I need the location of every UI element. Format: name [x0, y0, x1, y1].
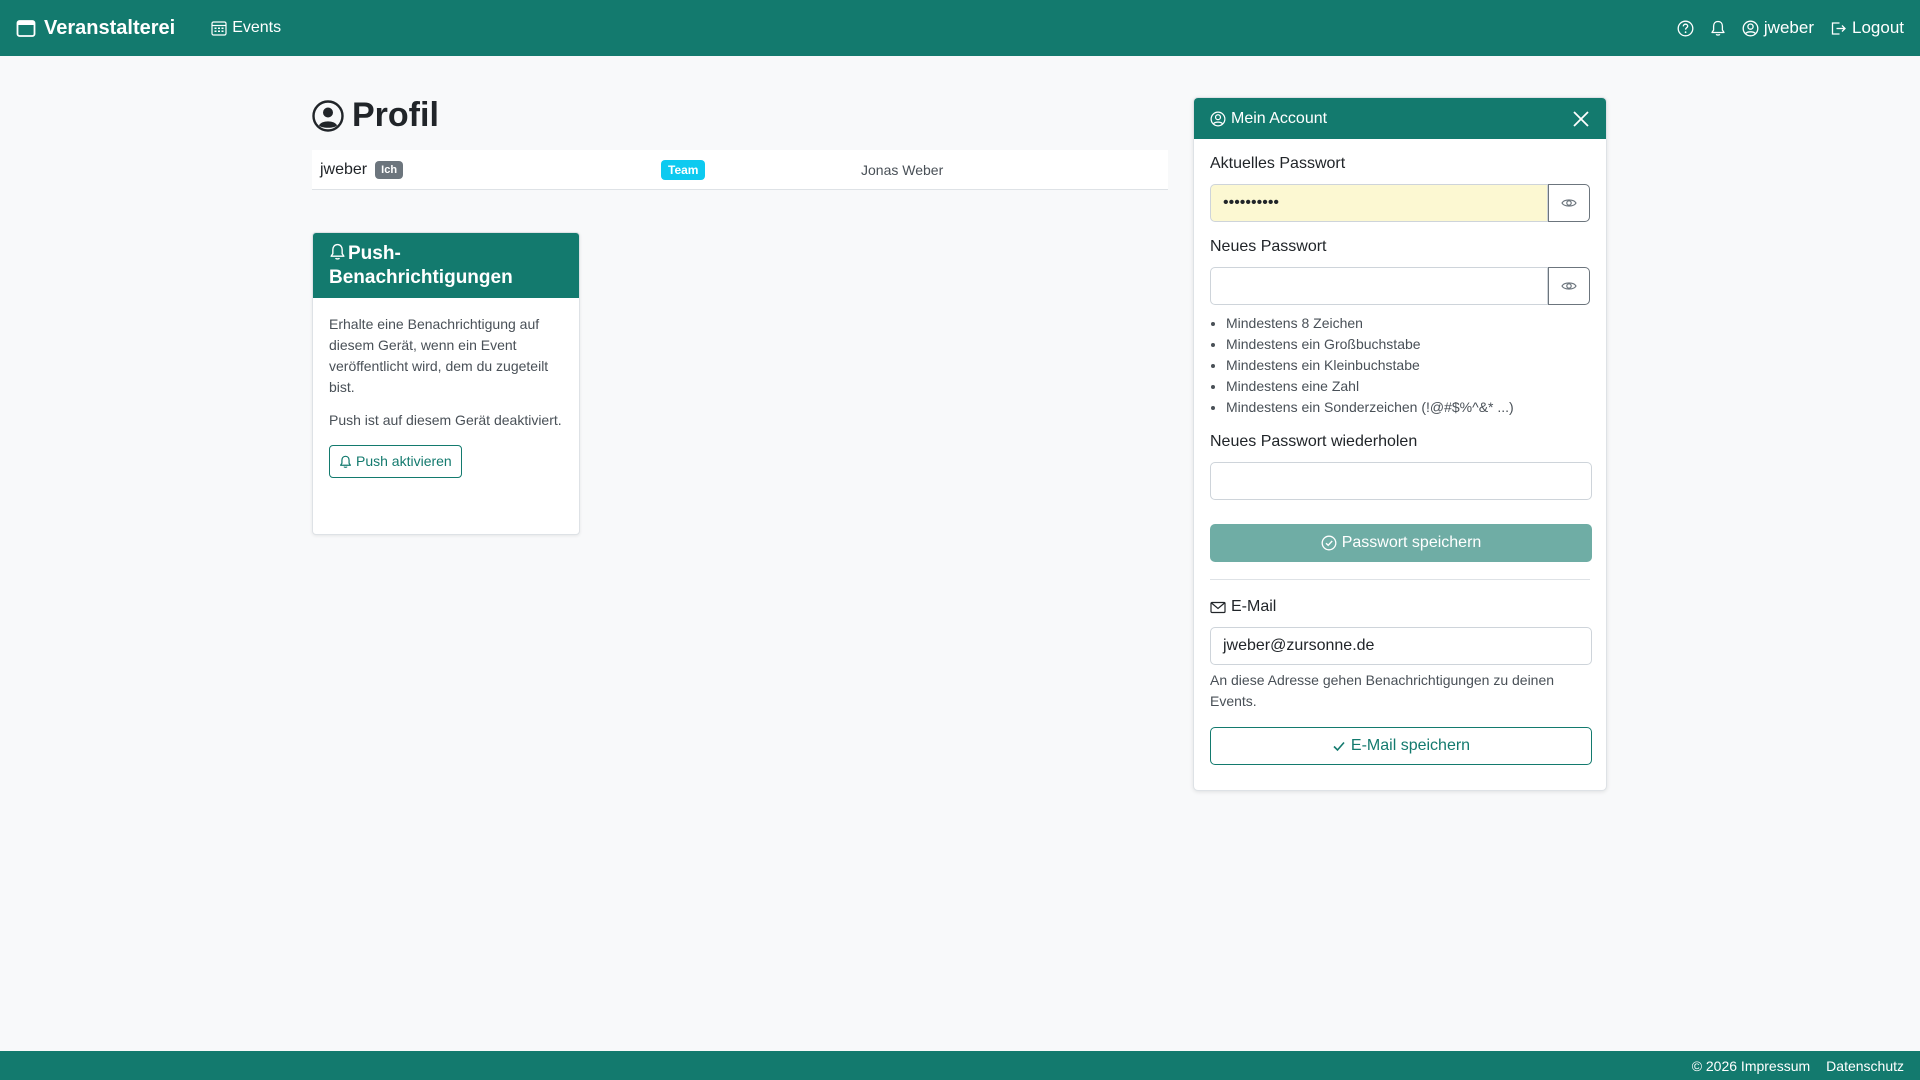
email-label: E-Mail [1210, 598, 1590, 616]
envelope-icon [1210, 601, 1226, 614]
account-panel-title: Mein Account [1231, 109, 1328, 127]
table-calendar-icon [211, 20, 227, 36]
push-activate-label: Push aktivieren [356, 453, 452, 469]
calendar-icon [16, 18, 36, 38]
impressum-link[interactable]: © 2026 Impressum [1692, 1058, 1810, 1074]
person-circle-icon [1210, 111, 1226, 127]
me-badge: Ich [375, 160, 404, 179]
email-field[interactable]: jweber@zursonne.de [1210, 627, 1592, 665]
check-circle-icon [1321, 535, 1337, 551]
check-icon [1332, 739, 1346, 753]
account-panel-header: Mein Account [1194, 98, 1606, 139]
current-password-label: Aktuelles Passwort [1210, 155, 1346, 172]
push-activate-button[interactable]: Push aktivieren [329, 445, 462, 478]
password-rule: Mindestens eine Zahl [1226, 376, 1590, 397]
bell-icon [1710, 20, 1726, 37]
nav-events-link[interactable]: Events [211, 19, 281, 37]
logout-label: Logout [1852, 18, 1904, 37]
role-badge: Team [661, 159, 706, 180]
page-title-text: Profil [352, 96, 439, 134]
account-panel: Mein Account Aktuelles Passwort ••••••••… [1193, 97, 1607, 791]
privacy-link[interactable]: Datenschutz [1826, 1058, 1904, 1074]
person-circle-icon [1742, 20, 1759, 37]
password-rules-list: Mindestens 8 Zeichen Mindestens ein Groß… [1210, 313, 1590, 418]
save-email-label: E-Mail speichern [1350, 737, 1471, 754]
push-description: Erhalte eine Benachrichtigung auf diesem… [329, 316, 549, 395]
new-password-label: Neues Passwort [1210, 238, 1327, 255]
push-card-header: Push-Benachrichtigungen [313, 233, 579, 298]
profile-full-name: Jonas Weber [861, 161, 944, 178]
save-password-button[interactable]: Passwort speichern [1210, 524, 1592, 562]
logout-button[interactable]: Logout [1830, 18, 1904, 38]
email-label-text: E-Mail [1231, 598, 1277, 615]
profile-username-text: jweber [320, 160, 368, 178]
new-password-field[interactable] [1210, 267, 1548, 305]
close-icon[interactable] [1572, 110, 1590, 128]
question-circle-icon [1677, 20, 1694, 37]
push-card-body: Erhalte eine Benachrichtigung auf diesem… [313, 298, 579, 494]
profile-info-row: jweber Ich Team Jonas Weber [312, 150, 1168, 190]
password-rule: Mindestens 8 Zeichen [1226, 313, 1590, 334]
toggle-current-password-button[interactable] [1548, 184, 1590, 222]
notifications-button[interactable] [1710, 20, 1726, 37]
push-card-title: Push-Benachrichtigungen [329, 243, 513, 288]
push-notifications-card: Push-Benachrichtigungen Erhalte eine Ben… [312, 232, 580, 535]
repeat-password-field[interactable] [1210, 462, 1592, 500]
eye-icon [1561, 197, 1577, 209]
brand-name: Veranstalterei [44, 16, 176, 39]
page-title: Profil [312, 96, 439, 135]
eye-icon [1561, 280, 1577, 292]
profile-username: jweber Ich [320, 160, 404, 179]
bell-icon [339, 455, 352, 469]
section-divider [1210, 579, 1590, 580]
brand-link[interactable]: Veranstalterei [16, 17, 175, 40]
email-hint: An diese Adresse gehen Benachrichtigunge… [1210, 672, 1555, 709]
footer: © 2026 Impressum Datenschutz [0, 1051, 1920, 1080]
user-menu[interactable]: jweber [1742, 18, 1814, 38]
logout-icon [1830, 20, 1847, 37]
top-navbar: Veranstalterei Events jweber Logout [0, 0, 1920, 56]
save-password-label: Passwort speichern [1341, 534, 1482, 551]
new-password-group [1210, 267, 1590, 305]
person-circle-icon [312, 99, 344, 132]
save-email-button[interactable]: E-Mail speichern [1210, 727, 1592, 765]
password-rule: Mindestens ein Sonderzeichen (!@#$%^&* .… [1226, 397, 1590, 418]
account-panel-body: Aktuelles Passwort •••••••••• Neues Pass… [1194, 139, 1606, 781]
current-password-field[interactable]: •••••••••• [1210, 184, 1548, 222]
nav-events-label: Events [232, 19, 282, 36]
current-password-group: •••••••••• [1210, 184, 1590, 222]
password-rule: Mindestens ein Kleinbuchstabe [1226, 355, 1590, 376]
help-button[interactable] [1677, 20, 1694, 37]
user-menu-name: jweber [1763, 18, 1814, 37]
push-status: Push ist auf diesem Gerät deaktiviert. [329, 412, 562, 428]
toggle-new-password-button[interactable] [1548, 267, 1590, 305]
password-rule: Mindestens ein Großbuchstabe [1226, 334, 1590, 355]
bell-icon [330, 243, 345, 260]
repeat-password-label: Neues Passwort wiederholen [1210, 433, 1418, 450]
